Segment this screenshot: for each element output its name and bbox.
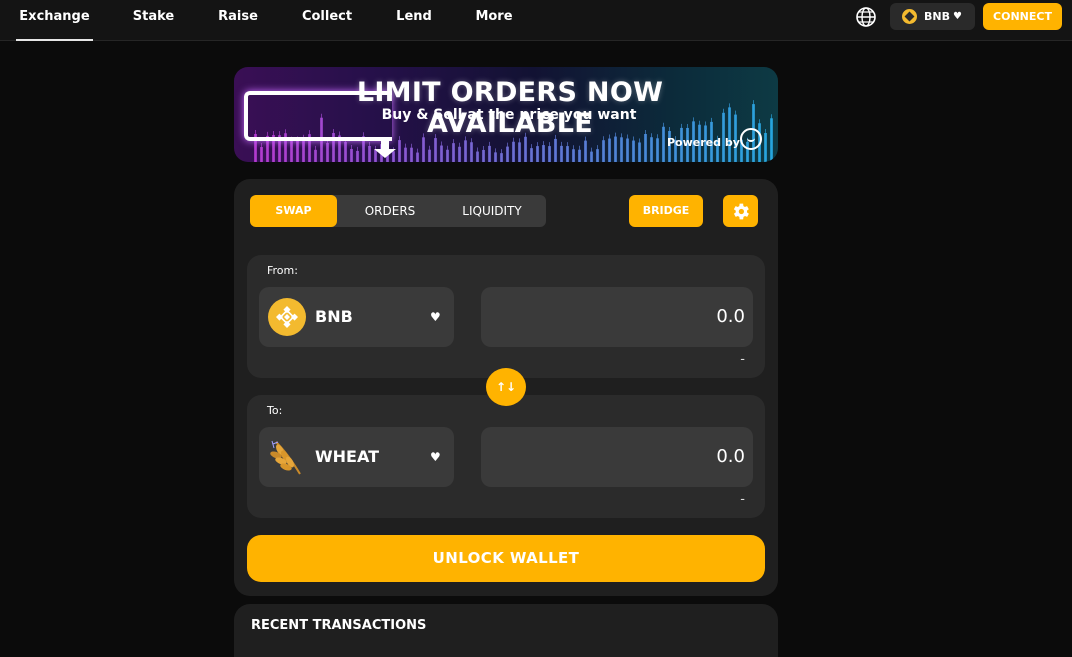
limit-orders-banner[interactable]: LIMIT ORDERS NOW AVAILABLE Buy & Sell at… [234,67,778,162]
from-token-selector[interactable]: BNB ♥ [259,287,454,347]
tab-swap[interactable]: SWAP [250,195,337,227]
settings-button[interactable] [723,195,758,227]
to-label: To: [267,404,283,417]
to-amount-value: 0.0 [716,446,745,467]
nav-item-more[interactable]: More [470,0,518,41]
connect-button[interactable]: CONNECT [983,3,1062,30]
chevron-down-icon: ♥ [953,11,962,22]
nav-item-lend[interactable]: Lend [390,0,438,41]
from-label: From: [267,264,298,277]
to-panel: To: WHEAT ♥ 0.0 - [247,395,765,518]
robot-logo-icon [740,128,762,150]
nav-item-stake[interactable]: Stake [126,0,181,41]
to-token-selector[interactable]: WHEAT ♥ [259,427,454,487]
bnb-coin-icon [902,9,917,24]
to-token-name: WHEAT [315,447,380,466]
swap-tabs: SWAP ORDERS LIQUIDITY [250,195,546,227]
recent-transactions-title: RECENT TRANSACTIONS [251,618,427,633]
from-token-name: BNB [315,307,353,326]
network-label: BNB [924,10,950,23]
bridge-button[interactable]: BRIDGE [629,195,703,227]
from-balance: - [740,352,745,367]
nav-item-exchange[interactable]: Exchange [16,0,93,41]
arrow-down-icon [374,149,396,158]
tab-liquidity[interactable]: LIQUIDITY [450,195,534,227]
from-panel: From: BNB ♥ 0.0 - [247,255,765,378]
nav-item-collect[interactable]: Collect [297,0,357,41]
gear-icon [733,203,749,220]
from-amount-value: 0.0 [716,306,745,327]
from-amount-input[interactable]: 0.0 [481,287,753,347]
banner-subline: Buy & Sell at the price you want [381,107,637,123]
to-balance: - [740,492,745,507]
chevron-down-icon: ♥ [430,310,441,324]
nav-item-raise[interactable]: Raise [212,0,264,41]
wheat-icon [270,440,301,475]
top-nav: Exchange Stake Raise Collect Lend More B… [0,0,1072,41]
to-amount-input[interactable]: 0.0 [481,427,753,487]
unlock-wallet-button[interactable]: UNLOCK WALLET [247,535,765,582]
switch-tokens-button[interactable]: ↑↓ [486,368,526,406]
swap-card: SWAP ORDERS LIQUIDITY BRIDGE From: BNB ♥… [234,179,778,596]
bnb-coin-icon [268,298,306,336]
banner-powered-by: Powered by [667,136,740,149]
tab-orders[interactable]: ORDERS [350,195,430,227]
chevron-down-icon: ♥ [430,450,441,464]
recent-transactions-card: RECENT TRANSACTIONS [234,604,778,657]
network-selector[interactable]: BNB ♥ [890,3,975,30]
globe-icon[interactable] [855,6,877,28]
